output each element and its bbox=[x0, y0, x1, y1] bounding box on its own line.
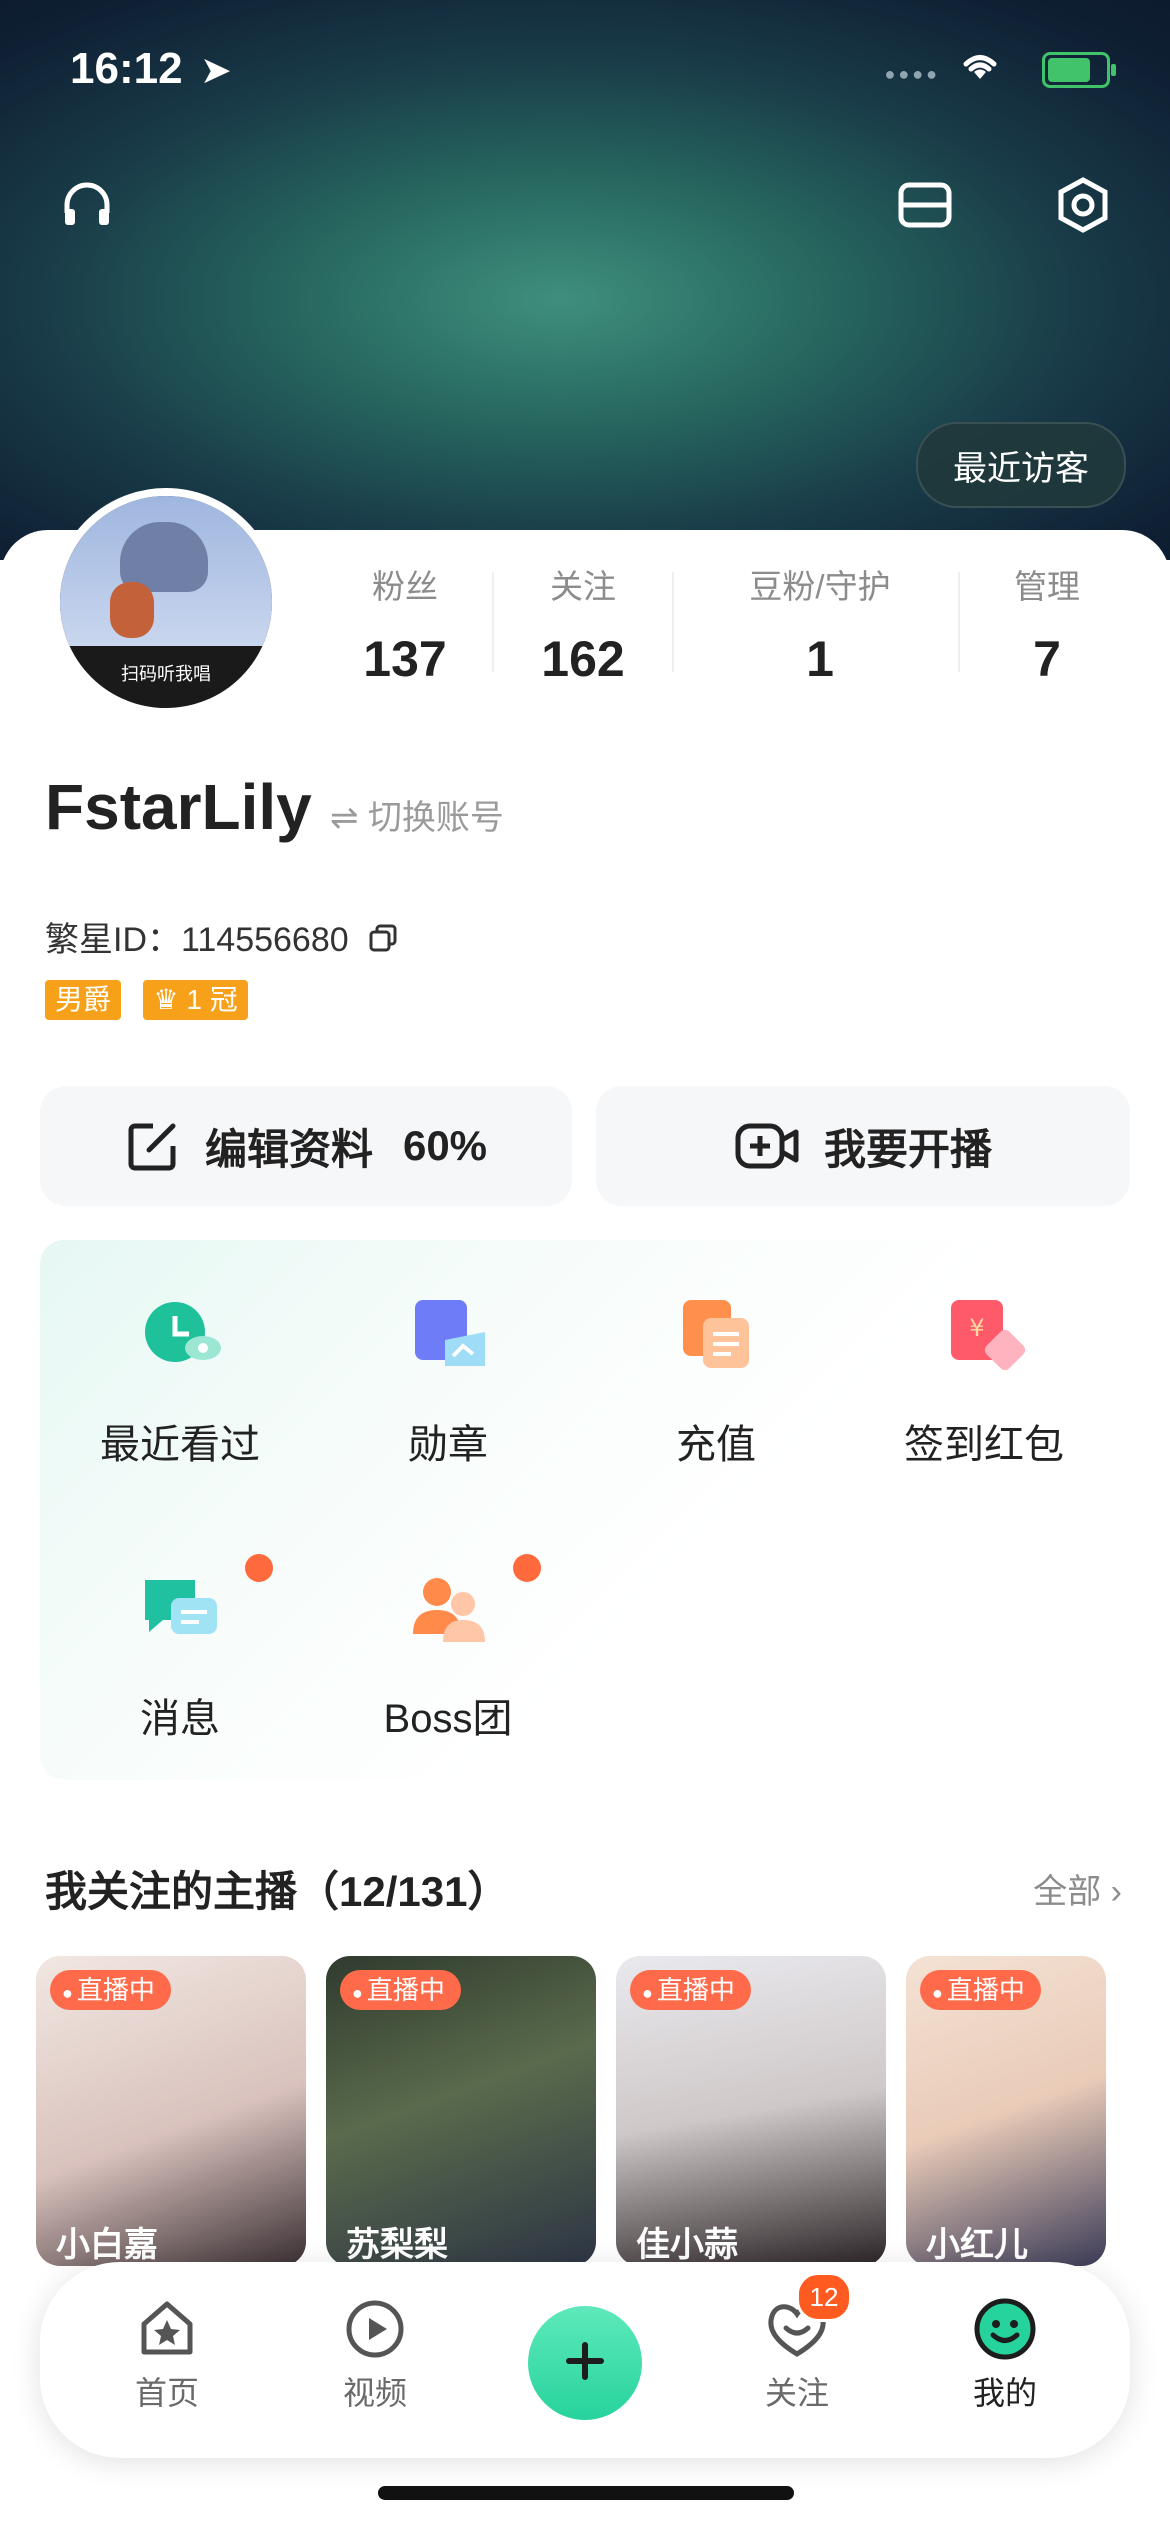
streamer-name: 小红儿 bbox=[926, 2226, 1028, 2264]
streamer-card[interactable]: 直播中 苏梨梨 bbox=[326, 1956, 596, 2266]
grid-item-label: 勋章 bbox=[408, 1423, 488, 1467]
signal-icon: ●●●● bbox=[884, 64, 940, 84]
streamer-card[interactable]: 直播中 小白嘉 bbox=[36, 1956, 306, 2266]
grid-item-label: 签到红包 bbox=[904, 1423, 1064, 1467]
following-section-title: 我关注的主播（12/131） bbox=[45, 1868, 510, 1915]
home-indicator bbox=[378, 2486, 794, 2500]
location-arrow-icon: ➤ bbox=[200, 50, 232, 92]
grid-item-messages[interactable]: 消息 bbox=[70, 1554, 290, 1744]
recharge-icon bbox=[677, 1296, 755, 1374]
grid-item-label: Boss团 bbox=[383, 1697, 513, 1741]
grid-item-medal[interactable]: 勋章 bbox=[338, 1296, 558, 1470]
grid-item-recently-watched[interactable]: 最近看过 bbox=[70, 1296, 290, 1470]
boss-group-icon bbox=[409, 1554, 541, 1648]
me-icon bbox=[940, 2298, 1070, 2360]
stat-value: 162 bbox=[541, 631, 625, 687]
battery-charging-icon bbox=[1042, 52, 1116, 88]
streamer-name: 小白嘉 bbox=[56, 2226, 158, 2264]
edit-profile-button[interactable]: 编辑资料 60% bbox=[40, 1086, 572, 1206]
scan-icon[interactable] bbox=[886, 166, 964, 244]
recent-visitors-button[interactable]: 最近访客 bbox=[916, 422, 1126, 508]
grid-item-recharge[interactable]: 充值 bbox=[606, 1296, 826, 1470]
status-bar: 16:12 ➤ ●●●● bbox=[70, 44, 1116, 104]
status-time: 16:12 bbox=[70, 44, 183, 93]
nav-item-label: 我的 bbox=[972, 2375, 1037, 2411]
start-broadcast-button[interactable]: 我要开播 bbox=[596, 1086, 1130, 1206]
stat-divider bbox=[672, 572, 674, 672]
clock-icon bbox=[141, 1296, 221, 1374]
grid-item-label: 充值 bbox=[676, 1423, 756, 1467]
stat-divider bbox=[492, 572, 494, 672]
unread-dot bbox=[245, 1554, 273, 1582]
crown-badge: ♛ 1 冠 bbox=[143, 980, 248, 1020]
live-badge: 直播中 bbox=[50, 1970, 171, 2010]
stat-manage[interactable]: 管理 7 bbox=[992, 560, 1102, 688]
user-id-row: 繁星ID：114556680 bbox=[45, 912, 398, 962]
video-icon bbox=[310, 2298, 440, 2360]
stat-fans[interactable]: 粉丝 137 bbox=[350, 560, 460, 688]
red-envelope-icon: ¥ bbox=[945, 1296, 1026, 1374]
grid-item-signin-red-envelope[interactable]: ¥ 签到红包 bbox=[874, 1296, 1094, 1470]
unread-dot bbox=[513, 1554, 541, 1582]
stat-following[interactable]: 关注 162 bbox=[528, 560, 638, 688]
nav-item-me[interactable]: 我的 bbox=[940, 2298, 1070, 2414]
create-button[interactable] bbox=[528, 2306, 642, 2420]
medal-icon bbox=[409, 1296, 487, 1374]
switch-account-link[interactable]: ⇌ 切换账号 bbox=[330, 790, 504, 839]
streamer-card[interactable]: 直播中 佳小蒜 bbox=[616, 1956, 886, 2266]
nav-item-video[interactable]: 视频 bbox=[310, 2298, 440, 2414]
user-id: 繁星ID：114556680 bbox=[45, 921, 349, 959]
nav-item-label: 首页 bbox=[134, 2375, 199, 2411]
headphone-icon[interactable] bbox=[48, 166, 126, 244]
message-icon bbox=[141, 1554, 273, 1648]
live-badge: 直播中 bbox=[920, 1970, 1041, 2010]
grid-item-label: 最近看过 bbox=[100, 1423, 260, 1467]
streamer-name: 苏梨梨 bbox=[346, 2226, 448, 2264]
follow-badge: 12 bbox=[796, 2272, 852, 2322]
edit-profile-label: 编辑资料 bbox=[204, 1125, 373, 1173]
following-streamers-list: 直播中 小白嘉 直播中 苏梨梨 直播中 佳小蒜 直播中 小红儿 bbox=[36, 1956, 1170, 2266]
stat-label: 关注 bbox=[550, 568, 616, 605]
feature-grid: 最近看过 勋章 充值 ¥ 签到红包 消息 Boss团 bbox=[40, 1240, 1130, 1780]
user-badges: 男爵 ♛ 1 冠 bbox=[45, 980, 266, 1020]
stat-value: 1 bbox=[806, 631, 834, 687]
nav-item-label: 关注 bbox=[764, 2375, 829, 2411]
settings-icon[interactable] bbox=[1044, 166, 1122, 244]
bottom-navigation: 首页 视频 关注 12 我的 bbox=[40, 2262, 1130, 2458]
stat-label: 粉丝 bbox=[372, 568, 438, 605]
start-broadcast-label: 我要开播 bbox=[823, 1125, 992, 1173]
stat-douban-guard[interactable]: 豆粉/守护 1 bbox=[720, 560, 920, 688]
live-badge: 直播中 bbox=[340, 1970, 461, 2010]
crown-badge-label: 1 冠 bbox=[186, 984, 238, 1015]
video-camera-icon bbox=[734, 1118, 800, 1174]
wifi-icon bbox=[960, 48, 1000, 90]
streamer-name: 佳小蒜 bbox=[636, 2226, 738, 2264]
grid-item-boss-group[interactable]: Boss团 bbox=[338, 1554, 558, 1744]
crown-icon: ♛ bbox=[153, 984, 179, 1015]
streamer-card[interactable]: 直播中 小红儿 bbox=[906, 1956, 1106, 2266]
rank-badge: 男爵 bbox=[45, 980, 122, 1020]
grid-item-label: 消息 bbox=[140, 1697, 220, 1741]
svg-text:¥: ¥ bbox=[969, 1314, 984, 1342]
username: FstarLily bbox=[45, 771, 312, 843]
live-badge: 直播中 bbox=[630, 1970, 751, 2010]
stat-label: 豆粉/守护 bbox=[749, 568, 891, 605]
home-icon bbox=[102, 2298, 232, 2360]
nav-item-home[interactable]: 首页 bbox=[102, 2298, 232, 2414]
edit-icon bbox=[125, 1118, 181, 1174]
see-all-link[interactable]: 全部 › bbox=[1033, 1864, 1122, 1913]
plus-icon bbox=[563, 2339, 607, 2388]
nav-item-label: 视频 bbox=[342, 2375, 407, 2411]
stat-divider bbox=[958, 572, 960, 672]
stat-label: 管理 bbox=[1014, 568, 1080, 605]
copy-icon[interactable] bbox=[368, 923, 398, 962]
stat-value: 7 bbox=[1033, 631, 1061, 687]
stat-value: 137 bbox=[363, 631, 447, 687]
edit-profile-percent: 60% bbox=[402, 1122, 488, 1169]
stats-row: 粉丝 137 关注 162 豆粉/守护 1 管理 7 bbox=[0, 560, 1170, 690]
